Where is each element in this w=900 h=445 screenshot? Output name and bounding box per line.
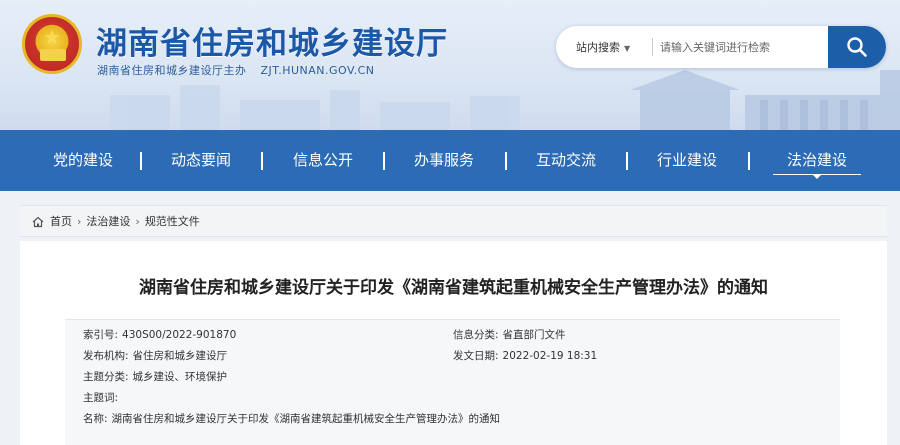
nav-item-party-building[interactable]: 党的建设	[40, 130, 126, 191]
meta-name: 名称: 湖南省住房和城乡建设厅关于印发《湖南省建筑起重机械安全生产管理办法》的通知	[83, 410, 500, 428]
meta-index: 索引号: 430S00/2022-901870	[83, 326, 236, 344]
meta-value: 省住房和城乡建设厅	[132, 350, 228, 362]
meta-value: 城乡建设、环境保护	[132, 371, 228, 383]
meta-value: 湖南省住房和城乡建设厅关于印发《湖南省建筑起重机械安全生产管理办法》的通知	[111, 413, 501, 425]
search-scope-dropdown[interactable]: 站内搜索 ▼	[576, 39, 630, 55]
meta-topic: 主题分类: 城乡建设、环境保护	[83, 368, 227, 386]
meta-value: 省直部门文件	[502, 329, 566, 341]
nav-item-info-disclosure[interactable]: 信息公开	[279, 130, 367, 191]
nav-label: 信息公开	[292, 151, 353, 169]
meta-date: 发文日期: 2022-02-19 18:31	[453, 347, 597, 365]
meta-label: 信息分类:	[453, 329, 499, 341]
meta-label: 发文日期:	[453, 350, 499, 362]
site-header: ★ 湖南省住房和城乡建设厅 湖南省住房和城乡建设厅主办 ZJT.HUNAN.GO…	[0, 0, 900, 130]
meta-category: 信息分类: 省直部门文件	[453, 326, 566, 344]
meta-keywords: 主题词:	[83, 389, 122, 407]
site-subtitle: 湖南省住房和城乡建设厅主办 ZJT.HUNAN.GOV.CN	[97, 62, 385, 78]
nav-divider	[261, 152, 263, 170]
nav-divider	[505, 152, 507, 170]
meta-label: 主题分类:	[83, 371, 129, 383]
nav-item-industry[interactable]: 行业建设	[643, 130, 731, 191]
article-panel: 湖南省住房和城乡建设厅关于印发《湖南省建筑起重机械安全生产管理办法》的通知 索引…	[20, 241, 887, 445]
search-scope-label: 站内搜索	[576, 41, 620, 54]
meta-label: 主题词:	[83, 392, 119, 404]
meta-label: 名称:	[83, 413, 108, 425]
home-icon	[32, 216, 44, 228]
nav-item-rule-of-law[interactable]: 法治建设	[773, 130, 861, 191]
meta-label: 索引号:	[83, 329, 119, 341]
breadcrumb-rule-of-law[interactable]: 法治建设	[86, 215, 130, 228]
nav-divider	[748, 152, 750, 170]
breadcrumb-home[interactable]: 首页	[50, 215, 72, 228]
nav-item-services[interactable]: 办事服务	[400, 130, 488, 191]
nav-divider	[383, 152, 385, 170]
meta-label: 发布机构:	[83, 350, 129, 362]
nav-label: 法治建设	[786, 151, 847, 169]
nav-label: 行业建设	[656, 151, 717, 169]
nav-item-news[interactable]: 动态要闻	[157, 130, 245, 191]
nav-label: 动态要闻	[170, 151, 231, 169]
host-label: 湖南省住房和城乡建设厅主办	[97, 64, 247, 77]
chevron-right-icon: ›	[77, 215, 82, 228]
search-divider	[652, 38, 653, 56]
active-indicator-icon	[813, 175, 821, 179]
breadcrumb: 首页 › 法治建设 › 规范性文件	[20, 205, 887, 237]
nav-item-interaction[interactable]: 互动交流	[522, 130, 610, 191]
site-domain: ZJT.HUNAN.GOV.CN	[260, 64, 375, 77]
search-box: 站内搜索 ▼	[556, 26, 886, 68]
chevron-right-icon: ›	[135, 215, 140, 228]
search-button[interactable]	[828, 26, 886, 68]
nav-label: 办事服务	[413, 151, 474, 169]
article-meta-table: 索引号: 430S00/2022-901870 信息分类: 省直部门文件 发布机构:…	[65, 319, 840, 445]
search-icon	[847, 37, 867, 57]
nav-divider	[140, 152, 142, 170]
nav-label: 党的建设	[52, 151, 113, 169]
meta-value: 2022-02-19 18:31	[502, 350, 598, 362]
main-nav: 党的建设 动态要闻 信息公开 办事服务 互动交流 行业建设 法治建设	[0, 130, 900, 191]
nav-label: 互动交流	[535, 151, 596, 169]
chevron-down-icon: ▼	[624, 44, 631, 53]
meta-publisher: 发布机构: 省住房和城乡建设厅	[83, 347, 227, 365]
nav-divider	[626, 152, 628, 170]
national-emblem-icon: ★	[22, 14, 82, 74]
meta-value: 430S00/2022-901870	[122, 329, 237, 341]
search-input[interactable]	[660, 34, 820, 60]
breadcrumb-normative-docs[interactable]: 规范性文件	[145, 215, 200, 228]
article-title: 湖南省住房和城乡建设厅关于印发《湖南省建筑起重机械安全生产管理办法》的通知	[139, 278, 768, 298]
site-title[interactable]: 湖南省住房和城乡建设厅	[96, 18, 448, 63]
